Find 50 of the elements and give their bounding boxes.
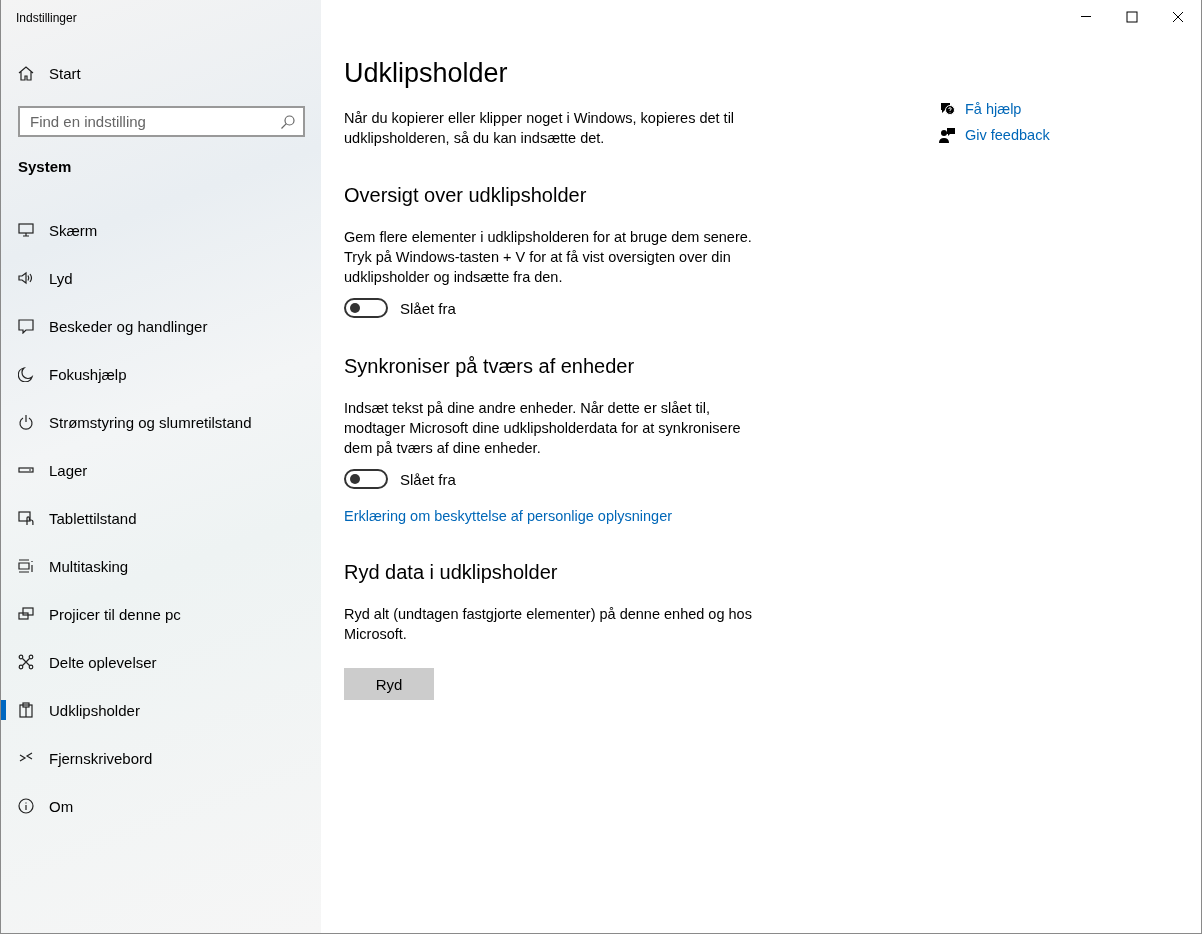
sidebar-item[interactable]: Projicer til denne pc <box>1 590 321 638</box>
sidebar-item[interactable]: Delte oplevelser <box>1 638 321 686</box>
maximize-icon <box>1126 11 1138 23</box>
privacy-link[interactable]: Erklæring om beskyttelse af personlige oplysninger <box>344 508 673 524</box>
toggle-switch[interactable] <box>344 469 388 489</box>
tablet-icon <box>18 510 34 526</box>
toggle-switch[interactable] <box>344 298 388 318</box>
window-title: Indstillinger <box>15 10 78 27</box>
sidebar-item[interactable]: Fokushjælp <box>1 350 321 398</box>
section-heading: Synkroniser på tværs af enheder <box>344 355 636 378</box>
close-icon <box>1172 11 1184 23</box>
description: Ryd alt (undtagen fastgjorte elementer) på denne enhed og hos Microsoft. <box>344 605 753 644</box>
description: Gem flere elementer i udklipsholderen for at bruge dem senere. Tryk på Windows-tasten + V for at få vist oversigten over din udklipsholder og indsætte fra den. <box>344 228 753 287</box>
window-layout-icon <box>18 558 34 574</box>
section-heading: System <box>17 157 73 177</box>
help-link[interactable]: Giv feedback <box>965 127 1050 143</box>
power-icon <box>18 414 34 430</box>
page-title: Udklipsholder <box>344 58 509 88</box>
sidebar-item[interactable]: Beskeder og handlinger <box>1 302 321 350</box>
speech-bubble-icon <box>18 318 34 334</box>
sidebar-item[interactable]: Skærm <box>1 206 321 254</box>
clear-button[interactable]: Ryd <box>344 668 434 700</box>
sidebar-item[interactable]: Fjernskrivebord <box>1 734 321 782</box>
sidebar-item[interactable]: Lyd <box>1 254 321 302</box>
help-link[interactable]: Få hjælp <box>965 101 1022 117</box>
speaker-icon <box>18 270 34 286</box>
section-heading: Oversigt over udklipsholder <box>344 184 588 207</box>
search-field[interactable]: Find en indstilling <box>18 106 305 137</box>
network-icon <box>18 654 34 670</box>
home-icon <box>18 65 34 81</box>
sidebar-item[interactable]: Multitasking <box>1 542 321 590</box>
toggle-label: Slået fra <box>400 299 456 317</box>
home-link[interactable]: Start <box>1 49 321 97</box>
info-icon <box>18 798 34 814</box>
toggle-label: Slået fra <box>400 470 456 488</box>
clipboard-icon <box>18 702 34 718</box>
sidebar-item[interactable]: Udklipsholder <box>1 686 321 734</box>
sidebar-item[interactable]: Lager <box>1 446 321 494</box>
search-icon <box>280 114 296 130</box>
description: Indsæt tekst på dine andre enheder. Når dette er slået til, modtager Microsoft dine udklipsholderdata for at synkronisere dem på tværs af dine enheder. <box>344 399 742 458</box>
description: Når du kopierer eller klipper noget i Windows, kopieres det til udklipsholderen, så du kan indsætte det. <box>344 109 736 148</box>
sidebar-item[interactable]: Om <box>1 782 321 830</box>
sidebar-item[interactable]: Strømstyring og slumretilstand <box>1 398 321 446</box>
screens-icon <box>18 606 34 622</box>
help-chat-icon <box>939 101 955 117</box>
moon-icon <box>18 366 34 382</box>
section-heading: Ryd data i udklipsholder <box>344 561 559 584</box>
monitor-icon <box>18 222 34 238</box>
sidebar-item[interactable]: Tablettilstand <box>1 494 321 542</box>
person-feedback-icon <box>939 127 955 143</box>
